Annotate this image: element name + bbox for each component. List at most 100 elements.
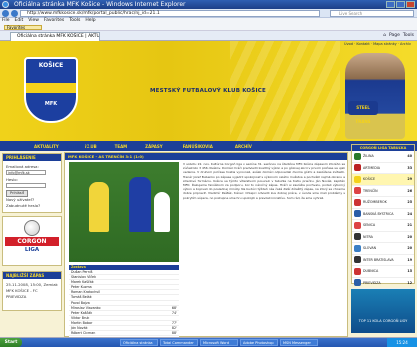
email-label: Emailová adresa: bbox=[6, 164, 39, 169]
email-field[interactable]: info@mfk.sk bbox=[6, 170, 46, 175]
tools-menu[interactable]: Tools bbox=[403, 33, 414, 38]
match-photo bbox=[69, 162, 179, 262]
tab-toolbar: ⌂ Page Tools bbox=[383, 33, 414, 38]
favorites-button[interactable]: Favorites bbox=[4, 25, 42, 30]
league-table-row[interactable]: BANSKÁ BYSTRICA 24 bbox=[352, 209, 414, 220]
next-match-box: NAJBLIŽŠÍ ZÁPAS 25.11.2008, 15:00, Zemia… bbox=[2, 271, 62, 311]
forward-icon[interactable] bbox=[11, 10, 18, 17]
start-button[interactable]: Start bbox=[0, 338, 22, 347]
player-figure bbox=[154, 192, 170, 232]
maximize-button[interactable] bbox=[396, 1, 405, 8]
corgon-liga-banner[interactable]: CORGON LIGA bbox=[2, 216, 62, 266]
league-table-row[interactable]: RUŽOMBEROK 25 bbox=[352, 197, 414, 209]
ie-logo-icon bbox=[2, 1, 9, 8]
club-points: 40 bbox=[407, 154, 412, 159]
club-name: KOŠICE bbox=[363, 177, 376, 182]
next-match-title: NAJBLIŽŠÍ ZÁPAS bbox=[3, 272, 61, 279]
search-input[interactable]: Live Search bbox=[330, 10, 414, 17]
club-points: 20 bbox=[407, 246, 412, 251]
club-points: 15 bbox=[407, 269, 412, 274]
league-table-row[interactable]: SENICA 21 bbox=[352, 220, 414, 232]
corgon-brand: CORGON bbox=[5, 237, 59, 246]
article: MFK KOŠICE - AS TRENČÍN 3:1 (1:0) V sobo… bbox=[64, 152, 348, 337]
club-crest-icon bbox=[354, 267, 361, 275]
top-links[interactable]: Úvod · Kontakt · Mapa stránky · Archív bbox=[344, 42, 411, 46]
club-name: RUŽOMBEROK bbox=[363, 200, 387, 205]
club-points: 24 bbox=[407, 211, 412, 216]
player-photo bbox=[345, 53, 405, 139]
forgot-password-link[interactable]: Zabudnuté heslo? bbox=[6, 203, 58, 209]
main-content: AKTUALITY MFK KOŠICE - AS TRENČÍN 3:1 (1… bbox=[64, 144, 349, 337]
taskbar-item[interactable]: Adobe Photoshop bbox=[240, 339, 278, 346]
football-icon bbox=[24, 220, 40, 236]
club-crest-icon bbox=[354, 256, 361, 264]
lineup-table: Zostava Dušan Perniš Stanislav Vlček Mar… bbox=[69, 265, 179, 337]
league-table-row[interactable]: INTER BRATISLAVA 19 bbox=[352, 255, 414, 266]
club-name: TRENČÍN bbox=[363, 188, 378, 193]
league-table-row[interactable]: KOŠICE 29 bbox=[352, 174, 414, 186]
address-bar: http://www.mfkkosice.sk/mfk/portal_publi… bbox=[0, 9, 417, 18]
club-points: 26 bbox=[407, 188, 412, 193]
window-controls bbox=[386, 1, 415, 8]
login-button[interactable]: Prihlásiť bbox=[6, 190, 28, 197]
club-name: SLOVAN bbox=[363, 246, 377, 251]
club-points: 19 bbox=[407, 257, 412, 262]
club-name: ŽILINA bbox=[363, 154, 374, 159]
league-table-row[interactable]: SLOVAN 20 bbox=[352, 243, 414, 255]
site-header: Úvod · Kontakt · Mapa stránky · Archív K… bbox=[0, 41, 417, 141]
club-name: ARTMEDIA bbox=[363, 165, 381, 170]
back-icon[interactable] bbox=[2, 10, 9, 17]
login-title: PRIHLÁSENIE bbox=[3, 154, 61, 161]
league-table-row[interactable]: NITRA 20 bbox=[352, 232, 414, 243]
section-title: AKTUALITY bbox=[66, 145, 91, 150]
taskbar-item[interactable]: MSN Messenger bbox=[280, 339, 318, 346]
club-crest-icon bbox=[354, 210, 361, 218]
club-crest-icon bbox=[354, 164, 361, 172]
taskbar-clock: 15:24 bbox=[387, 338, 417, 347]
club-crest-logo[interactable]: KOŠICE MFK bbox=[24, 57, 78, 123]
article-title[interactable]: MFK KOŠICE - AS TRENČÍN 3:1 (1:0) bbox=[65, 153, 347, 160]
league-table-row[interactable]: PRIEVIDZA 12 bbox=[352, 278, 414, 289]
club-crest-icon bbox=[354, 221, 361, 229]
club-crest-icon bbox=[354, 279, 361, 287]
player-figure bbox=[129, 177, 151, 232]
taskbar-item[interactable]: Microsoft Word bbox=[200, 339, 238, 346]
tab-bar: Oficiálna stránka MFK KOŠICE | AKTUALITY… bbox=[0, 31, 417, 41]
player-figure bbox=[89, 182, 109, 232]
web-page: Úvod · Kontakt · Mapa stránky · Archív K… bbox=[0, 41, 417, 337]
league-table-row[interactable]: ARTMEDIA 33 bbox=[352, 163, 414, 174]
club-points: 12 bbox=[407, 280, 412, 285]
sponsor-steel-trans: STEEL TRANS bbox=[348, 101, 378, 124]
league-table-row[interactable]: DUBNICA 15 bbox=[352, 266, 414, 278]
password-field[interactable] bbox=[6, 183, 46, 188]
taskbar-item[interactable]: Oficiálna stránka MFK bbox=[120, 339, 158, 346]
browser-tab[interactable]: Oficiálna stránka MFK KOŠICE | AKTUALITY bbox=[10, 32, 100, 41]
club-points: 21 bbox=[407, 223, 412, 228]
liga-label: LIGA bbox=[24, 247, 40, 253]
next-match-teams[interactable]: MFK KOŠICE - FC PRIEVIDZA bbox=[6, 288, 58, 300]
league-table-row[interactable]: TRENČÍN 26 bbox=[352, 186, 414, 197]
league-table-row[interactable]: ŽILINA 40 bbox=[352, 151, 414, 163]
club-crest-icon bbox=[354, 233, 361, 241]
league-table: CORGOŇ LIGA TABUĽKA ŽILINA 40 ARTMEDIA 33 KO… bbox=[351, 144, 415, 297]
club-name: INTER BRATISLAVA bbox=[363, 257, 394, 262]
url-field[interactable]: http://www.mfkkosice.sk/mfk/portal_publi… bbox=[20, 10, 320, 17]
crest-text: KOŠICE bbox=[38, 62, 64, 69]
minimize-button[interactable] bbox=[386, 1, 395, 8]
page-menu[interactable]: Page bbox=[389, 33, 400, 38]
club-points: 20 bbox=[407, 234, 412, 239]
nav-aktuality[interactable]: AKTUALITY bbox=[34, 144, 59, 149]
home-icon[interactable]: ⌂ bbox=[383, 33, 386, 38]
club-crest-icon bbox=[354, 175, 361, 183]
crest-mfk: MFK bbox=[44, 101, 58, 107]
crest-stripe bbox=[26, 83, 76, 93]
close-button[interactable] bbox=[406, 1, 415, 8]
club-name: DUBNICA bbox=[363, 269, 379, 274]
club-points: 25 bbox=[407, 200, 412, 205]
club-crest-icon bbox=[354, 187, 361, 195]
club-name: BANSKÁ BYSTRICA bbox=[363, 211, 394, 216]
club-title: MESTSKÝ FUTBALOVÝ KLUB KOŠICE bbox=[150, 88, 266, 94]
login-box: PRIHLÁSENIE Emailová adresa: info@mfk.sk… bbox=[2, 153, 62, 213]
taskbar-item[interactable]: Total Commander bbox=[160, 339, 198, 346]
top11-banner[interactable]: TOP 11 KOLA CORGOŇ LIGY bbox=[351, 289, 415, 333]
